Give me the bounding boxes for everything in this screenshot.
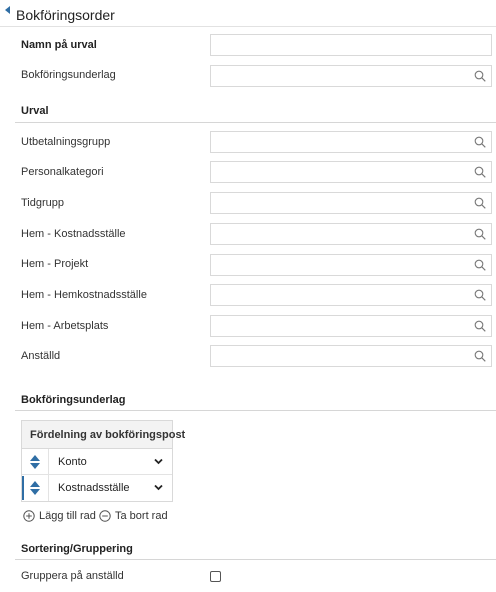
lookup-input[interactable] (211, 132, 491, 152)
lookup-input[interactable] (211, 316, 491, 336)
field-label: Tidgrupp (21, 197, 65, 209)
page-header: Bokföringsorder (0, 0, 496, 27)
field-label: Hem - Projekt (21, 258, 89, 270)
page-title: Bokföringsorder (16, 7, 115, 23)
search-icon[interactable] (474, 228, 486, 240)
basis-heading: Bokföringsunderlag (21, 394, 126, 406)
sorting-divider (15, 559, 496, 560)
remove-row-label: Ta bort rad (115, 510, 168, 522)
field-label: Utbetalningsgrupp (21, 136, 111, 148)
search-icon[interactable] (474, 70, 486, 82)
name-input[interactable] (211, 35, 491, 55)
field-label: Anställd (21, 350, 61, 362)
search-icon[interactable] (474, 166, 486, 178)
group-by-employee-label: Gruppera på anställd (21, 570, 124, 582)
lookup-input[interactable] (211, 224, 491, 244)
chevron-down-icon[interactable] (154, 458, 163, 465)
reorder-handle[interactable] (22, 449, 49, 474)
basis-lookup-input[interactable] (211, 66, 491, 86)
name-field[interactable] (210, 34, 492, 56)
distribution-grid: Fördelning av bokföringspost Konto Kostn… (21, 420, 185, 502)
caret-left-icon[interactable] (5, 6, 10, 14)
lookup-field[interactable] (210, 254, 492, 276)
selection-heading: Urval (21, 105, 49, 117)
minus-circle-icon (99, 510, 111, 522)
search-icon[interactable] (474, 259, 486, 271)
grid-row[interactable]: Kostnadsställe (22, 475, 172, 501)
row-value: Kostnadsställe (58, 482, 130, 494)
reorder-handle[interactable] (22, 475, 49, 501)
search-icon[interactable] (474, 136, 486, 148)
basis-label: Bokföringsunderlag (21, 69, 116, 81)
search-icon[interactable] (474, 197, 486, 209)
lookup-field[interactable] (210, 315, 492, 337)
selection-divider (15, 122, 496, 123)
lookup-input[interactable] (211, 162, 491, 182)
basis-lookup-field[interactable] (210, 65, 492, 87)
lookup-input[interactable] (211, 285, 491, 305)
search-icon[interactable] (474, 320, 486, 332)
lookup-input[interactable] (211, 193, 491, 213)
sorting-heading: Sortering/Gruppering (21, 543, 133, 555)
lookup-input[interactable] (211, 346, 491, 366)
plus-circle-icon (23, 510, 35, 522)
lookup-input[interactable] (211, 255, 491, 275)
add-row-label: Lägg till rad (39, 510, 96, 522)
lookup-field[interactable] (210, 161, 492, 183)
row-value: Konto (58, 456, 87, 468)
lookup-field[interactable] (210, 284, 492, 306)
lookup-field[interactable] (210, 131, 492, 153)
grid-header: Fördelning av bokföringspost (22, 421, 185, 449)
grid-row[interactable]: Konto (22, 449, 172, 475)
field-label: Hem - Hemkostnadsställe (21, 289, 147, 301)
search-icon[interactable] (474, 289, 486, 301)
chevron-down-icon[interactable] (154, 484, 163, 491)
add-row-button[interactable]: Lägg till rad (23, 510, 96, 522)
up-down-arrows-icon[interactable] (29, 454, 41, 470)
field-label: Hem - Arbetsplats (21, 320, 109, 332)
lookup-field[interactable] (210, 192, 492, 214)
up-down-arrows-icon[interactable] (29, 480, 41, 496)
lookup-field[interactable] (210, 223, 492, 245)
remove-row-button[interactable]: Ta bort rad (99, 510, 168, 522)
search-icon[interactable] (474, 350, 486, 362)
field-label: Personalkategori (21, 166, 104, 178)
group-by-employee-checkbox[interactable] (210, 571, 221, 582)
lookup-field[interactable] (210, 345, 492, 367)
name-label: Namn på urval (21, 39, 97, 51)
basis-divider (15, 410, 496, 411)
field-label: Hem - Kostnadsställe (21, 228, 126, 240)
